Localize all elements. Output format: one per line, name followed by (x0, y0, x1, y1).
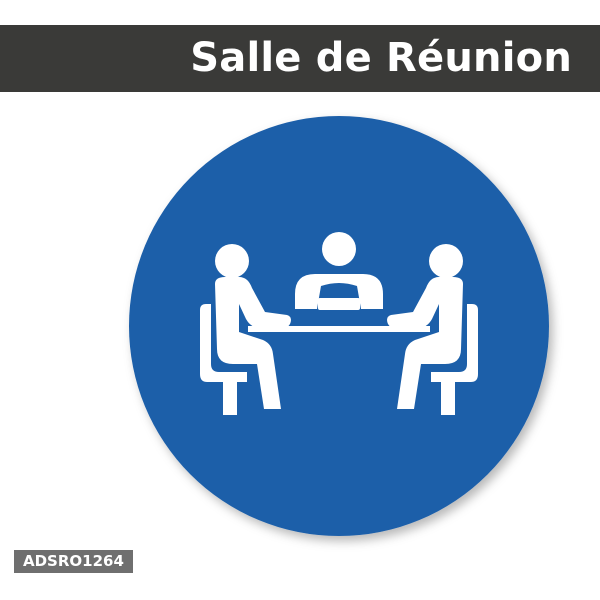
meeting-room-sign (127, 114, 551, 538)
center-person-head-icon (322, 232, 356, 266)
product-code-badge: ADSRO1264 (14, 550, 133, 573)
meeting-room-icon (129, 116, 549, 536)
center-person-arms-icon (318, 298, 360, 310)
left-person-head-icon (215, 244, 249, 278)
sign-title: Salle de Réunion (190, 35, 572, 81)
product-image: Salle de Réunion ADSRO1264 (0, 0, 600, 600)
right-person-head-icon (429, 244, 463, 278)
title-bar: Salle de Réunion (0, 25, 600, 92)
